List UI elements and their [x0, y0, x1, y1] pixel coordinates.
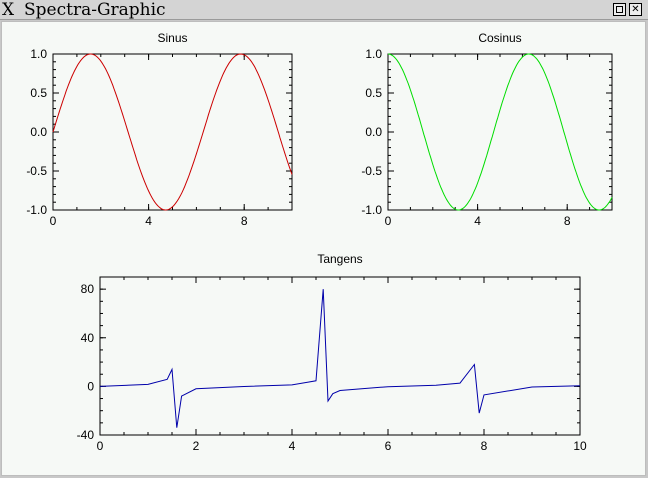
- chart1-title: Sinus: [157, 31, 187, 45]
- chart1-x-tick-label: 4: [145, 214, 152, 228]
- chart1-y-tick-label: 1.0: [30, 47, 47, 61]
- chart3-x-tick-label: 4: [289, 439, 296, 453]
- chart2-y-tick-label: 0.0: [365, 125, 382, 139]
- chart1-x-tick-label: 8: [241, 214, 248, 228]
- chart1-y-tick-label: 0.0: [30, 125, 47, 139]
- chart2-x-tick-label: 0: [385, 214, 392, 228]
- chart2-series-line: [387, 53, 613, 211]
- chart2-y-tick-label: -0.5: [361, 164, 382, 178]
- chart3-x-tick-label: 10: [573, 439, 587, 453]
- chart1-y-tick-label: -1.0: [26, 203, 47, 217]
- chart3-y-tick-label: 0: [87, 379, 94, 393]
- chart1-y-tick-label: 0.5: [30, 86, 47, 100]
- chart3-x-tick-label: 0: [97, 439, 104, 453]
- chart2-y-tick-label: 1.0: [365, 47, 382, 61]
- chart2-x-tick-label: 8: [564, 214, 571, 228]
- chart1-x-tick-label: 0: [50, 214, 57, 228]
- chart3-x-tick-label: 8: [481, 439, 488, 453]
- chart3-y-tick-label: 80: [81, 282, 95, 296]
- chart3-y-tick-label: 40: [81, 331, 95, 345]
- chart1-series-line: [52, 53, 293, 211]
- chart3-y-tick-label: -40: [77, 428, 95, 442]
- chart2-x-tick-label: 4: [474, 214, 481, 228]
- chart3-frame: [99, 276, 581, 436]
- chart3-x-tick-label: 2: [193, 439, 200, 453]
- chart2-y-tick-label: -1.0: [361, 203, 382, 217]
- chart1-y-tick-label: -0.5: [26, 164, 47, 178]
- chart2-frame: [387, 53, 613, 211]
- chart2-y-tick-label: 0.5: [365, 86, 382, 100]
- chart1-frame: [52, 53, 293, 211]
- chart3-x-tick-label: 6: [385, 439, 392, 453]
- chart2-title: Cosinus: [478, 31, 521, 45]
- chart3-series-line: [99, 289, 581, 428]
- plots-svg: Sinus 0 4 8 1.0 0.5 0.0 -0.5 -1.0 Cosinus 0 4 8 1.0 0.…: [26, 31, 613, 453]
- chart3-title: Tangens: [317, 252, 362, 266]
